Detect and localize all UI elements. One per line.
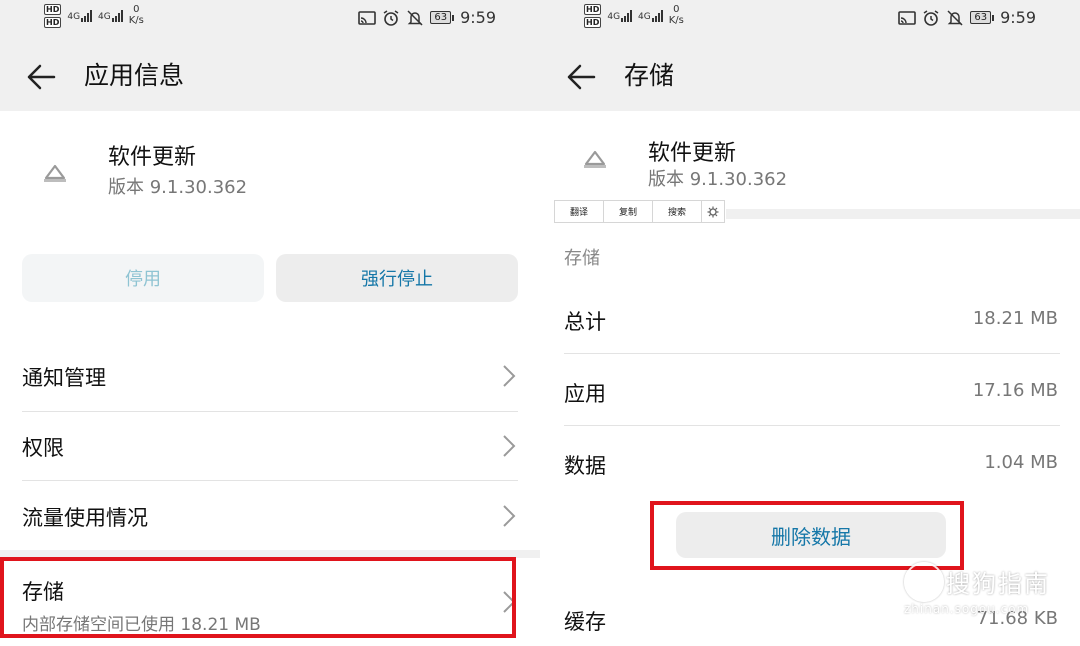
- status-bar-left: HD HD 4G 4G 0 K/s: [584, 4, 684, 28]
- title-row: 存储: [540, 50, 1080, 102]
- signal-icon: 4G: [98, 10, 123, 22]
- app-icon: [44, 164, 66, 182]
- app-info-screen: HD HD 4G 4G 0 K/s 63 9:59 应用信息 软件更新 版本 9…: [0, 0, 540, 646]
- chevron-right-icon: [503, 505, 516, 527]
- alarm-icon: [383, 9, 399, 26]
- signal-icon: 4G: [607, 10, 633, 22]
- status-time: 9:59: [460, 8, 496, 27]
- divider: [22, 480, 518, 481]
- mute-icon: [947, 9, 963, 26]
- row-value: 1.04 MB: [984, 452, 1058, 473]
- context-menu-translate[interactable]: 翻译: [555, 201, 604, 222]
- hd-icon: HD HD: [44, 4, 62, 28]
- alarm-icon: [923, 9, 939, 26]
- title-row: 应用信息: [0, 50, 540, 102]
- app-version: 版本 9.1.30.362: [108, 177, 248, 198]
- context-menu-search[interactable]: 搜索: [653, 201, 702, 222]
- network-type: 4G: [638, 12, 651, 22]
- signal-icon: 4G: [638, 10, 663, 22]
- page-title: 应用信息: [84, 61, 185, 90]
- status-time: 9:59: [1000, 8, 1036, 27]
- network-type: 4G: [607, 12, 621, 22]
- watermark: 搜狗指南 zhinan.sogou.com: [904, 562, 1080, 622]
- app-version: 版本 9.1.30.362: [648, 169, 788, 190]
- network-type: 4G: [98, 12, 111, 22]
- row-label: 应用: [564, 382, 606, 406]
- clear-data-button[interactable]: 删除数据: [676, 512, 946, 558]
- section-gap: [0, 550, 540, 558]
- network-speed: 0 K/s: [128, 4, 144, 26]
- watermark-url: zhinan.sogou.com: [904, 602, 1030, 616]
- row-label: 缓存: [564, 610, 606, 634]
- battery-icon: 63: [970, 11, 995, 24]
- context-menu-copy[interactable]: 复制: [604, 201, 653, 222]
- list-item-label: 流量使用情况: [22, 506, 148, 530]
- status-bar: HD HD 4G 4G 0 K/s 63 9:59: [540, 0, 1080, 36]
- back-arrow-icon[interactable]: [566, 62, 596, 92]
- divider: [564, 425, 1060, 426]
- app-name: 软件更新: [648, 141, 737, 166]
- row-value: 18.21 MB: [972, 308, 1058, 329]
- mute-icon: [407, 9, 423, 26]
- settings-gear-icon[interactable]: [702, 201, 724, 222]
- list-item-label: 权限: [22, 436, 64, 460]
- storage-row-data: 数据 1.04 MB: [540, 428, 1080, 500]
- storage-row-total: 总计 18.21 MB: [540, 284, 1080, 356]
- network-type: 4G: [67, 12, 81, 22]
- app-header: 软件更新 版本 9.1.30.362: [0, 111, 540, 241]
- section-gap: [726, 209, 1080, 219]
- list-item-label: 存储: [22, 580, 64, 604]
- row-value: 17.16 MB: [972, 380, 1058, 401]
- status-bar-right: 63 9:59: [898, 8, 1036, 27]
- battery-icon: 63: [430, 11, 455, 24]
- status-bar: HD HD 4G 4G 0 K/s 63 9:59: [0, 0, 540, 36]
- divider: [564, 353, 1060, 354]
- list-item-data-usage[interactable]: 流量使用情况: [0, 482, 540, 551]
- row-label: 总计: [564, 310, 606, 334]
- storage-subtitle: 内部存储空间已使用 18.21 MB: [22, 615, 261, 635]
- network-speed: 0 K/s: [668, 4, 684, 26]
- storage-row-app: 应用 17.16 MB: [540, 356, 1080, 428]
- section-title: 存储: [564, 248, 600, 269]
- hd-badge: HD: [44, 17, 62, 28]
- hd-badge: HD: [584, 4, 602, 15]
- list-item-storage[interactable]: 存储 内部存储空间已使用 18.21 MB: [0, 560, 540, 646]
- app-icon: [584, 150, 606, 168]
- disable-button[interactable]: 停用: [22, 254, 264, 302]
- list-item-label: 通知管理: [22, 366, 106, 390]
- page-title: 存储: [624, 61, 675, 90]
- hd-badge: HD: [584, 17, 602, 28]
- status-bar-left: HD HD 4G 4G 0 K/s: [44, 4, 144, 28]
- text-context-menu: 翻译 复制 搜索: [554, 200, 725, 223]
- row-label: 数据: [564, 454, 606, 478]
- app-header: 软件更新 版本 9.1.30.362: [540, 111, 1080, 206]
- cast-icon: [358, 10, 377, 25]
- hd-icon: HD HD: [584, 4, 602, 28]
- hd-badge: HD: [44, 4, 62, 15]
- chevron-right-icon: [503, 365, 516, 387]
- chevron-right-icon: [503, 435, 516, 457]
- force-stop-button[interactable]: 强行停止: [276, 254, 518, 302]
- list-item-permissions[interactable]: 权限: [0, 412, 540, 481]
- watermark-text: 搜狗指南: [946, 570, 1050, 598]
- back-arrow-icon[interactable]: [26, 62, 56, 92]
- status-bar-right: 63 9:59: [358, 8, 496, 27]
- chevron-right-icon: [503, 591, 516, 613]
- signal-icon: 4G: [67, 10, 93, 22]
- app-name: 软件更新: [108, 145, 197, 170]
- watermark-logo-icon: [904, 562, 944, 602]
- storage-screen: HD HD 4G 4G 0 K/s 63 9:59 存储 软件更新 版本 9.1…: [540, 0, 1080, 646]
- list-item-notifications[interactable]: 通知管理: [0, 342, 540, 411]
- cast-icon: [898, 10, 917, 25]
